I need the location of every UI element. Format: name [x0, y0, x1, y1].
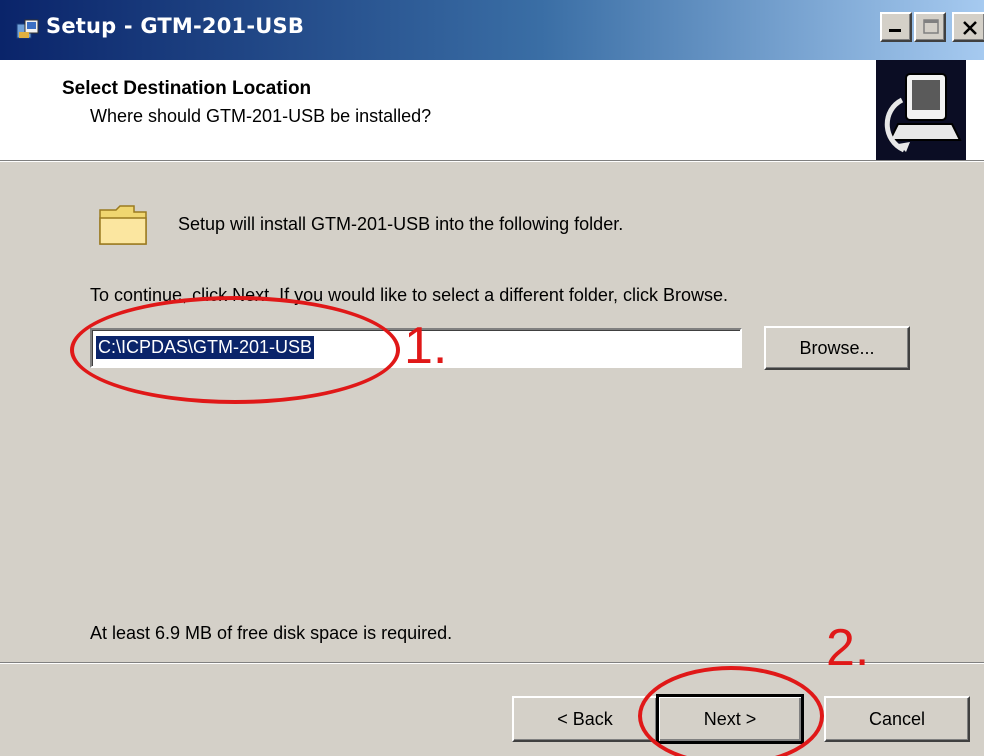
intro-text: Setup will install GTM-201-USB into the … — [178, 214, 624, 234]
annotation-step-1: 1. — [404, 317, 448, 375]
wizard-logo — [876, 60, 966, 160]
annotation-circle-path — [70, 296, 400, 404]
annotation-step-2: 2. — [826, 619, 870, 677]
computer-install-icon — [884, 73, 962, 153]
window-title: Setup - GTM-201-USB — [46, 14, 305, 38]
browse-button[interactable]: Browse... — [764, 326, 910, 370]
annotation-circle-next — [638, 666, 824, 756]
cancel-button[interactable]: Cancel — [824, 696, 970, 742]
disk-space-requirement: At least 6.9 MB of free disk space is re… — [90, 623, 453, 643]
page-title: Select Destination Location — [62, 78, 312, 99]
maximize-icon — [923, 19, 939, 34]
wizard-header: Select Destination Location Where should… — [0, 60, 984, 160]
title-bar[interactable]: Setup - GTM-201-USB — [0, 0, 984, 60]
minimize-icon — [889, 29, 901, 32]
page-subtitle: Where should GTM-201-USB be installed? — [90, 106, 432, 126]
close-button[interactable] — [952, 12, 984, 42]
setup-app-icon — [16, 19, 39, 39]
back-button[interactable]: < Back — [512, 696, 658, 742]
folder-icon — [99, 205, 147, 245]
header-divider — [0, 160, 984, 162]
minimize-button[interactable] — [880, 12, 912, 42]
close-icon — [963, 21, 977, 35]
setup-window: Setup - GTM-201-USB Select Destination L… — [0, 0, 984, 756]
maximize-button[interactable] — [914, 12, 946, 42]
